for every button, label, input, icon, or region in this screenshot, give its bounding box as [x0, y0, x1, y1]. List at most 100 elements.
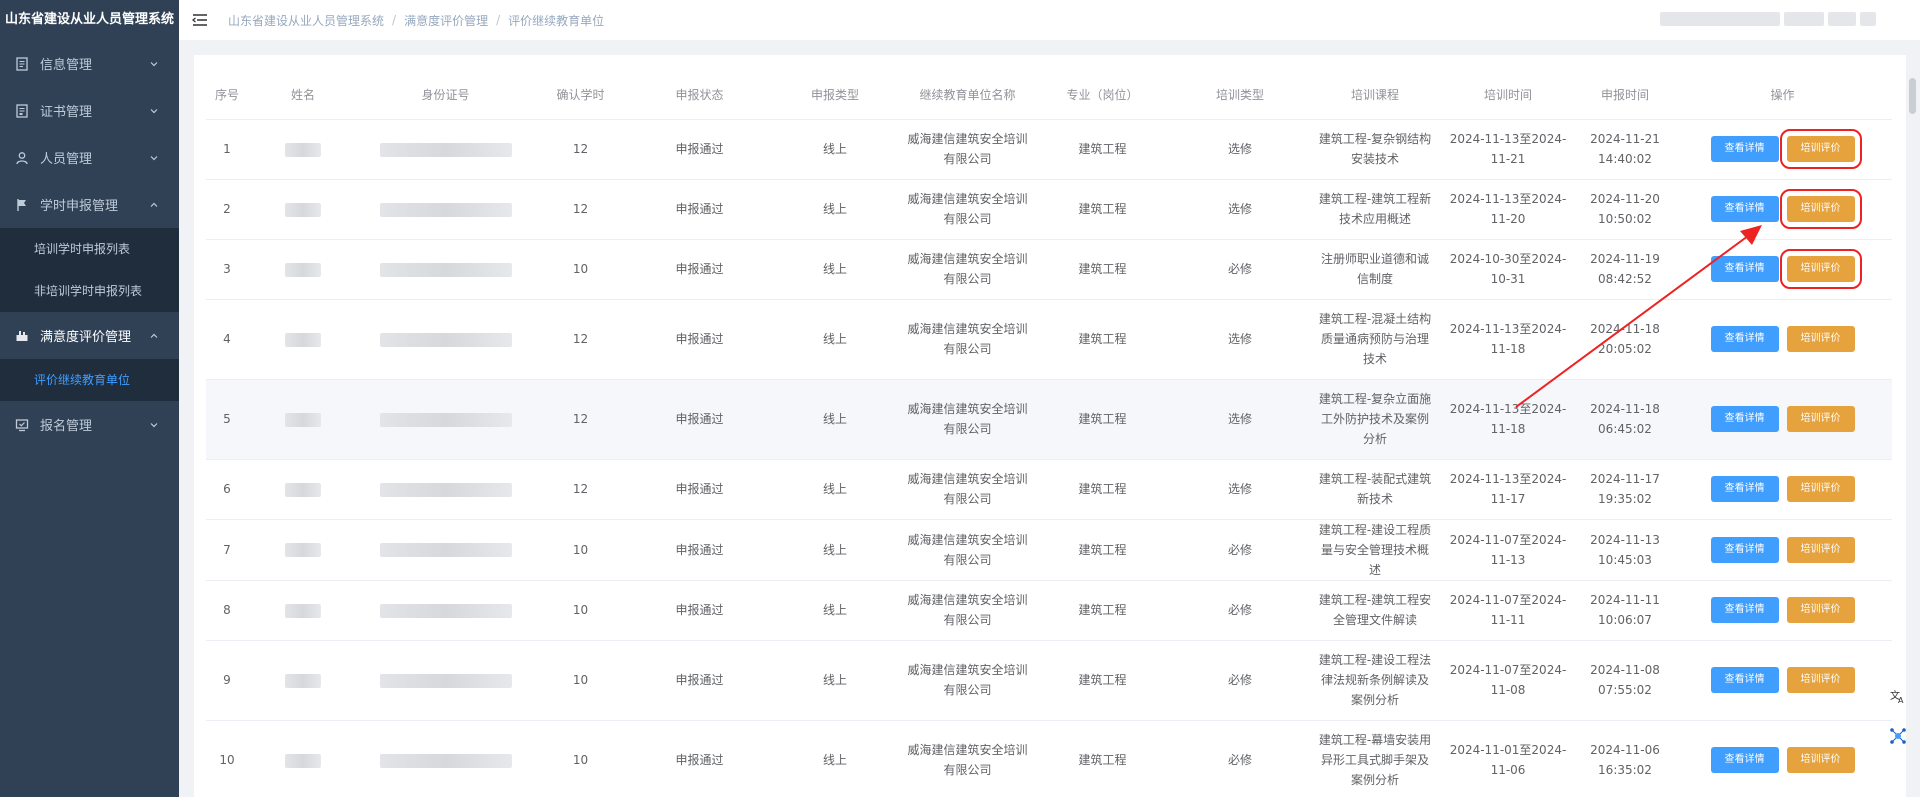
table-row: 10 10 申报通过 线上 威海建信建筑安全培训有限公司 建筑工程 必修 建筑工程-幕墙安装用… [206, 720, 1892, 797]
breadcrumb-separator: / [496, 13, 501, 27]
sidebar-item-satisfaction[interactable]: 满意度评价管理 [0, 312, 179, 359]
redacted-name [285, 202, 321, 217]
column-header: 培训类型 [1169, 70, 1311, 120]
cell-course: 建筑工程-装配式建筑新技术 [1311, 459, 1439, 520]
cell-id [358, 519, 533, 581]
cell-hours: 12 [533, 299, 628, 380]
redacted-id [379, 482, 512, 497]
cell-hours: 12 [533, 179, 628, 240]
column-header: 申报状态 [628, 70, 771, 120]
cell-mode: 线上 [771, 119, 899, 180]
chevron-up-icon [150, 333, 158, 338]
submit-date: 2024-11-08 [1590, 663, 1660, 677]
training-evaluation-button[interactable]: 培训评价 [1779, 129, 1862, 169]
redacted-id [379, 603, 512, 618]
cell-no: 2 [206, 179, 248, 240]
annotation-arrow [1515, 225, 1762, 408]
cell-hours: 12 [533, 379, 628, 460]
redacted-name [285, 332, 321, 347]
column-header: 操作 [1673, 70, 1892, 120]
sidebar-item-training-hours[interactable]: 培训学时申报列表 [0, 228, 179, 270]
training-evaluation-button[interactable]: 培训评价 [1786, 667, 1855, 693]
cell-period: 2024-11-07至2024-11-08 [1439, 640, 1577, 721]
hamburger-icon[interactable] [190, 10, 210, 30]
sidebar-item-certificate[interactable]: 证书管理 [0, 87, 179, 134]
view-details-button[interactable]: 查看详情 [1710, 597, 1779, 623]
cell-hours: 10 [533, 720, 628, 797]
sidebar-item-non-training-hours[interactable]: 非培训学时申报列表 [0, 270, 179, 312]
cell-hours: 10 [533, 519, 628, 581]
assistant-icon[interactable] [1888, 726, 1908, 746]
training-evaluation-button[interactable]: 培训评价 [1786, 536, 1855, 563]
breadcrumb-item[interactable]: 满意度评价管理 [404, 12, 488, 29]
scrollbar-track[interactable] [1908, 70, 1916, 740]
cell-mode: 线上 [771, 459, 899, 520]
cell-status: 申报通过 [628, 720, 771, 797]
cell-course: 建筑工程-复杂立面施工外防护技术及案例分析 [1311, 379, 1439, 460]
cell-course: 建筑工程-混凝土结构质量通病预防与治理技术 [1311, 299, 1439, 380]
sidebar-item-registration[interactable]: 报名管理 [0, 401, 179, 448]
submenu-hours: 培训学时申报列表 非培训学时申报列表 [0, 228, 179, 312]
submit-date: 2024-11-06 [1590, 743, 1660, 757]
view-details-button[interactable]: 查看详情 [1710, 667, 1779, 693]
breadcrumb-item[interactable]: 山东省建设从业人员管理系统 [228, 12, 384, 29]
redacted-id [379, 412, 512, 427]
redacted-id [379, 262, 512, 277]
sidebar-item-personnel[interactable]: 人员管理 [0, 134, 179, 181]
training-evaluation-button[interactable]: 培训评价 [1786, 326, 1855, 352]
app-title: 山东省建设从业人员管理系统 [4, 12, 174, 27]
cell-major: 建筑工程 [1036, 379, 1169, 460]
cell-status: 申报通过 [628, 119, 771, 180]
cell-actions: 查看详情 培训评价 [1673, 580, 1892, 641]
submit-date: 2024-11-17 [1590, 472, 1660, 486]
submit-date: 2024-11-11 [1590, 593, 1660, 607]
cell-org: 威海建信建筑安全培训有限公司 [899, 119, 1036, 180]
submit-clock: 16:35:02 [1598, 763, 1652, 777]
training-evaluation-button[interactable]: 培训评价 [1786, 747, 1855, 773]
chevron-down-icon [150, 61, 158, 66]
cell-training-type: 选修 [1169, 379, 1311, 460]
redacted-id [379, 332, 512, 347]
cell-mode: 线上 [771, 640, 899, 721]
rating-icon [14, 328, 30, 344]
cell-training-type: 选修 [1169, 299, 1311, 380]
cell-status: 申报通过 [628, 519, 771, 581]
training-evaluation-button[interactable]: 培训评价 [1786, 406, 1855, 432]
cell-org: 威海建信建筑安全培训有限公司 [899, 720, 1036, 797]
chevron-down-icon [150, 155, 158, 160]
chevron-down-icon [150, 108, 158, 113]
view-details-button[interactable]: 查看详情 [1710, 476, 1779, 502]
translate-icon[interactable]: 文A [1888, 686, 1908, 706]
training-evaluation-button[interactable]: 培训评价 [1786, 597, 1855, 623]
redacted-name [285, 482, 321, 497]
cell-actions: 查看详情 培训评价 [1673, 459, 1892, 520]
cell-period: 2024-11-07至2024-11-11 [1439, 580, 1577, 641]
cell-training-type: 选修 [1169, 119, 1311, 180]
sidebar-item-info[interactable]: 信息管理 [0, 40, 179, 87]
training-evaluation-button[interactable]: 培训评价 [1779, 249, 1862, 289]
training-evaluation-button[interactable]: 培训评价 [1786, 476, 1855, 502]
cell-training-type: 必修 [1169, 519, 1311, 581]
cell-course: 建筑工程-建设工程法律法规新条例解读及案例分析 [1311, 640, 1439, 721]
training-evaluation-button[interactable]: 培训评价 [1779, 189, 1862, 229]
scrollbar-thumb[interactable] [1909, 78, 1916, 114]
user-info-redacted[interactable] [1660, 12, 1890, 28]
cell-period: 2024-11-13至2024-11-21 [1439, 119, 1577, 180]
cell-period: 2024-11-01至2024-11-06 [1439, 720, 1577, 797]
view-details-button[interactable]: 查看详情 [1710, 536, 1779, 563]
view-details-button[interactable]: 查看详情 [1710, 747, 1779, 773]
column-header: 申报类型 [771, 70, 899, 120]
sidebar-item-hours[interactable]: 学时申报管理 [0, 181, 179, 228]
cell-name [248, 179, 358, 240]
cell-training-type: 必修 [1169, 580, 1311, 641]
cell-no: 4 [206, 299, 248, 380]
cell-id [358, 459, 533, 520]
cell-name [248, 519, 358, 581]
top-header: 山东省建设从业人员管理系统 / 满意度评价管理 / 评价继续教育单位 [179, 0, 1920, 40]
table-header-row: 序号 姓名 身份证号 确认学时 申报状态 申报类型 继续教育单位名称 专业（岗位… [206, 70, 1892, 120]
table-row: 7 10 申报通过 线上 威海建信建筑安全培训有限公司 建筑工程 必修 建筑工程-建设工程质量… [206, 519, 1892, 581]
cell-no: 9 [206, 640, 248, 721]
view-details-button[interactable]: 查看详情 [1710, 136, 1779, 162]
sidebar-item-evaluate-org[interactable]: 评价继续教育单位 [0, 359, 179, 401]
submit-clock: 10:45:03 [1598, 552, 1652, 567]
